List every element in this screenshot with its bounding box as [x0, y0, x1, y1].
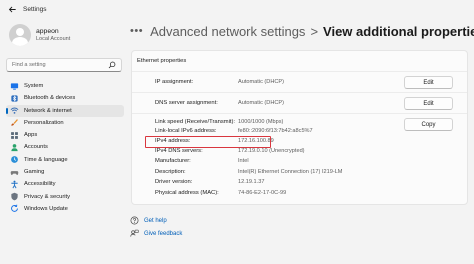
sidebar-item-system[interactable]: System	[6, 80, 124, 92]
panel-title: Ethernet properties	[137, 58, 187, 64]
title-bar: Settings	[0, 0, 474, 18]
sidebar-item-windows-update[interactable]: Windows Update	[6, 203, 124, 215]
ethernet-properties-panel: Ethernet properties IP assignment: Autom…	[131, 50, 468, 205]
sidebar-item-gaming[interactable]: Gaming	[6, 166, 124, 178]
update-icon	[10, 204, 19, 213]
bluetooth-icon	[10, 94, 19, 103]
help-links: Get help Give feedback	[130, 214, 182, 240]
help-icon	[130, 216, 139, 225]
avatar	[9, 24, 31, 46]
brush-icon	[10, 118, 19, 127]
divider	[132, 113, 467, 114]
sidebar-nav: System Bluetooth & devices Network & int…	[6, 80, 124, 215]
profile-account-type: Local Account	[36, 36, 71, 42]
prop-label-link-local-ipv6: Link-local IPv6 address:	[155, 128, 217, 134]
page-title: View additional properties	[323, 23, 474, 39]
ipv4-highlight-box	[145, 136, 271, 148]
prop-label-description: Description:	[155, 169, 186, 175]
sidebar-item-label: Accessibility	[24, 181, 56, 188]
sidebar-item-label: Gaming	[24, 169, 45, 176]
sidebar-item-label: System	[24, 83, 44, 89]
user-profile[interactable]: appeon Local Account	[9, 24, 70, 46]
sidebar-item-label: Bluetooth & devices	[24, 95, 76, 102]
prop-value-dns-assignment: Automatic (DHCP)	[238, 100, 285, 106]
prop-value-link-speed: 1000/1000 (Mbps)	[238, 119, 284, 125]
gamepad-icon	[10, 168, 19, 177]
window-title: Settings	[23, 5, 47, 13]
breadcrumb-parent[interactable]: Advanced network settings	[150, 24, 305, 39]
search-icon	[108, 61, 116, 69]
sidebar-item-bluetooth[interactable]: Bluetooth & devices	[6, 92, 124, 104]
accessibility-icon	[10, 180, 19, 189]
prop-label-ipv4-dns: IPv4 DNS servers:	[155, 148, 203, 154]
prop-label-driver-version: Driver version:	[155, 179, 193, 185]
sidebar-item-time-language[interactable]: Time & language	[6, 154, 124, 166]
get-help-label[interactable]: Get help	[144, 218, 167, 224]
wifi-icon	[10, 106, 19, 115]
sidebar-item-accessibility[interactable]: Accessibility	[6, 178, 124, 190]
prop-value-description: Intel(R) Ethernet Connection (17) I219-L…	[238, 169, 343, 175]
edit-ip-button[interactable]: Edit	[404, 76, 453, 89]
sidebar-item-label: Accounts	[24, 144, 48, 151]
give-feedback-link[interactable]: Give feedback	[130, 227, 182, 240]
prop-value-link-local-ipv6: fe80::2090:6f13:7b42:a8c5%7	[238, 128, 313, 134]
prop-value-driver-version: 12.19.1.37	[238, 179, 265, 185]
prop-value-manufacturer: Intel	[238, 158, 249, 164]
prop-value-mac-address: 74-86-E2-17-0C-99	[238, 190, 287, 196]
prop-label-mac-address: Physical address (MAC):	[155, 190, 219, 196]
prop-label-link-speed: Link speed (Receive/Transmit):	[155, 119, 236, 125]
sidebar-item-label: Time & language	[24, 156, 68, 163]
more-dots-icon[interactable]: •••	[130, 25, 143, 37]
apps-icon	[10, 131, 19, 140]
divider	[132, 71, 467, 72]
monitor-icon	[10, 82, 19, 91]
get-help-link[interactable]: Get help	[130, 214, 182, 227]
sidebar-item-network[interactable]: Network & internet	[6, 104, 124, 117]
search-input[interactable]: Find a setting	[6, 58, 122, 72]
sidebar-item-label: Personalization	[24, 119, 64, 126]
edit-dns-button[interactable]: Edit	[404, 97, 453, 110]
prop-label-manufacturer: Manufacturer:	[155, 158, 191, 164]
prop-value-ip-assignment: Automatic (DHCP)	[238, 79, 285, 85]
prop-value-ipv4-dns: 172.19.0.10 (Unencrypted)	[238, 148, 305, 154]
sidebar-item-privacy-security[interactable]: Privacy & security	[6, 191, 124, 203]
sidebar-item-label: Apps	[24, 132, 38, 139]
search-placeholder: Find a setting	[12, 62, 46, 68]
sidebar-item-apps[interactable]: Apps	[6, 129, 124, 141]
sidebar: appeon Local Account Find a setting Syst…	[0, 18, 128, 264]
sidebar-item-label: Windows Update	[24, 205, 68, 212]
prop-label-dns-assignment: DNS server assignment:	[155, 100, 218, 106]
profile-name: appeon	[36, 28, 59, 35]
sidebar-item-personalization[interactable]: Personalization	[6, 117, 124, 129]
copy-button[interactable]: Copy	[404, 118, 453, 131]
sidebar-item-label: Network & internet	[24, 107, 72, 114]
give-feedback-label[interactable]: Give feedback	[144, 231, 182, 237]
sidebar-item-label: Privacy & security	[24, 193, 71, 200]
divider	[132, 92, 467, 93]
breadcrumb: ••• Advanced network settings > View add…	[130, 20, 474, 42]
globe-clock-icon	[10, 155, 19, 164]
breadcrumb-separator: >	[310, 23, 319, 39]
back-arrow-icon[interactable]	[5, 2, 19, 16]
prop-label-ip-assignment: IP assignment:	[155, 79, 194, 85]
shield-icon	[10, 192, 19, 201]
person-icon	[10, 143, 19, 152]
sidebar-item-accounts[interactable]: Accounts	[6, 141, 124, 153]
feedback-icon	[130, 229, 139, 238]
